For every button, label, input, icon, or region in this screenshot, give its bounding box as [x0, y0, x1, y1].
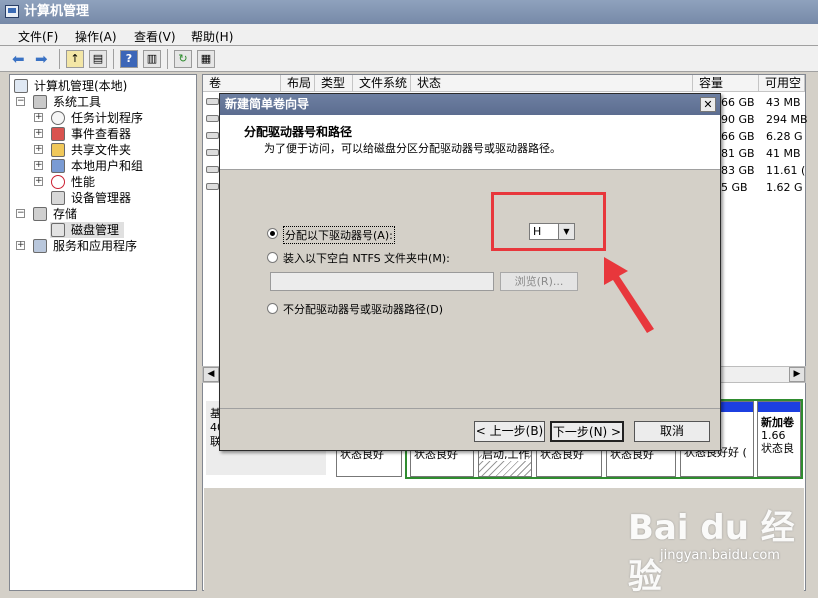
capacity-cell: 83 GB	[721, 164, 755, 177]
free-space-cell: 11.61 (	[766, 164, 806, 177]
capacity-cell: 66 GB	[721, 130, 755, 143]
dialog-header: 分配驱动器号和路径 为了便于访问，可以给磁盘分区分配驱动器号或驱动器路径。	[220, 115, 720, 170]
expand-icon[interactable]: +	[34, 161, 43, 170]
back-button[interactable]: < 上一步(B)	[474, 421, 545, 442]
free-space-cell: 41 MB	[766, 147, 801, 160]
cancel-button[interactable]: 取消	[634, 421, 710, 442]
dialog-title: 新建简单卷向导	[225, 97, 310, 111]
annotation-highlight-box	[491, 192, 606, 251]
drive-icon	[206, 98, 219, 105]
browse-button[interactable]: 浏览(R)...	[500, 272, 578, 291]
column-header-filesystem[interactable]: 文件系统	[353, 75, 411, 92]
menu-action[interactable]: 操作(A)	[75, 28, 117, 45]
menu-help[interactable]: 帮助(H)	[191, 28, 233, 45]
collapse-icon[interactable]: −	[16, 209, 25, 218]
capacity-cell: 5 GB	[721, 181, 748, 194]
free-space-cell: 1.62 G	[766, 181, 803, 194]
performance-icon	[51, 175, 65, 189]
column-header-capacity[interactable]: 容量	[693, 75, 759, 92]
window-title-bar[interactable]: 计算机管理	[0, 0, 818, 24]
label-assign-letter[interactable]: 分配以下驱动器号(A):	[283, 226, 395, 244]
disk-management-icon	[51, 223, 65, 237]
column-header-volume[interactable]: 卷	[203, 75, 281, 92]
properties-icon[interactable]: ▦	[197, 50, 215, 68]
shared-folder-icon	[51, 143, 65, 157]
column-header-status[interactable]: 状态	[411, 75, 693, 92]
radio-mount-folder[interactable]	[267, 252, 278, 263]
clock-icon	[51, 111, 65, 125]
dialog-subheading: 为了便于访问，可以给磁盘分区分配驱动器号或驱动器路径。	[264, 142, 561, 155]
drive-icon	[206, 115, 219, 122]
expand-icon[interactable]: +	[34, 113, 43, 122]
storage-icon	[33, 207, 47, 221]
dialog-heading: 分配驱动器号和路径	[244, 125, 353, 139]
dialog-title-bar[interactable]: 新建简单卷向导 ✕	[220, 94, 720, 115]
scroll-left-icon[interactable]: ◀	[203, 367, 219, 382]
free-space-cell: 43 MB	[766, 96, 801, 109]
watermark-url: jingyan.baidu.com	[660, 548, 780, 563]
drive-icon	[206, 149, 219, 156]
drive-icon	[206, 132, 219, 139]
users-icon	[51, 159, 65, 173]
tools-icon	[33, 95, 47, 109]
new-volume-block[interactable]: 新加卷 1.66 状态良	[757, 401, 801, 477]
expand-icon[interactable]: +	[34, 177, 43, 186]
tree-item-disk-management[interactable]: 磁盘管理	[50, 222, 125, 238]
device-manager-icon	[51, 191, 65, 205]
column-header-layout[interactable]: 布局	[281, 75, 315, 92]
drive-icon	[206, 183, 219, 190]
column-header-free[interactable]: 可用空	[759, 75, 805, 92]
event-viewer-icon	[51, 127, 65, 141]
capacity-cell: 66 GB	[721, 96, 755, 109]
refresh-icon[interactable]: ↻	[174, 50, 192, 68]
capacity-cell: 90 GB	[721, 113, 755, 126]
forward-arrow-icon[interactable]: ➡	[35, 51, 48, 67]
label-no-letter[interactable]: 不分配驱动器号或驱动器路径(D)	[283, 301, 443, 317]
computer-icon	[14, 79, 28, 93]
free-space-cell: 6.28 G	[766, 130, 803, 143]
menu-view[interactable]: 查看(V)	[134, 28, 176, 45]
column-header-type[interactable]: 类型	[315, 75, 353, 92]
action-pane-icon[interactable]: ▥	[143, 50, 161, 68]
label-mount-folder[interactable]: 装入以下空白 NTFS 文件夹中(M):	[283, 250, 450, 266]
annotation-arrow-icon	[604, 257, 654, 333]
close-icon[interactable]: ✕	[700, 97, 716, 112]
expand-icon[interactable]: +	[34, 129, 43, 138]
expand-icon[interactable]: +	[16, 241, 25, 250]
radio-assign-letter[interactable]	[267, 228, 278, 239]
services-icon	[33, 239, 47, 253]
free-space-cell: 294 MB	[766, 113, 808, 126]
back-arrow-icon[interactable]: ⬅	[12, 51, 25, 67]
folder-path-input[interactable]	[270, 272, 494, 291]
capacity-cell: 81 GB	[721, 147, 755, 160]
show-hide-tree-icon[interactable]: ▤	[89, 50, 107, 68]
menu-bar: 文件(F) 操作(A) 查看(V) 帮助(H)	[0, 24, 818, 46]
collapse-icon[interactable]: −	[16, 97, 25, 106]
navigation-tree: 计算机管理(本地) − 系统工具 + 任务计划程序 + 事件查看器 + 共享文件…	[9, 74, 197, 591]
tree-item-system-tools[interactable]: − 系统工具	[16, 94, 186, 110]
drive-icon	[206, 166, 219, 173]
toolbar: ⬅ ➡ ↑ ▤ ? ▥ ↻ ▦	[0, 46, 818, 72]
radio-no-letter[interactable]	[267, 303, 278, 314]
next-button[interactable]: 下一步(N) >	[550, 421, 624, 442]
up-folder-icon[interactable]: ↑	[66, 50, 84, 68]
help-icon[interactable]: ?	[120, 50, 138, 68]
menu-file[interactable]: 文件(F)	[18, 28, 58, 45]
computer-management-icon	[5, 5, 19, 18]
window-title: 计算机管理	[24, 4, 90, 19]
dialog-divider	[220, 408, 720, 409]
expand-icon[interactable]: +	[34, 145, 43, 154]
scroll-right-icon[interactable]: ▶	[789, 367, 805, 382]
